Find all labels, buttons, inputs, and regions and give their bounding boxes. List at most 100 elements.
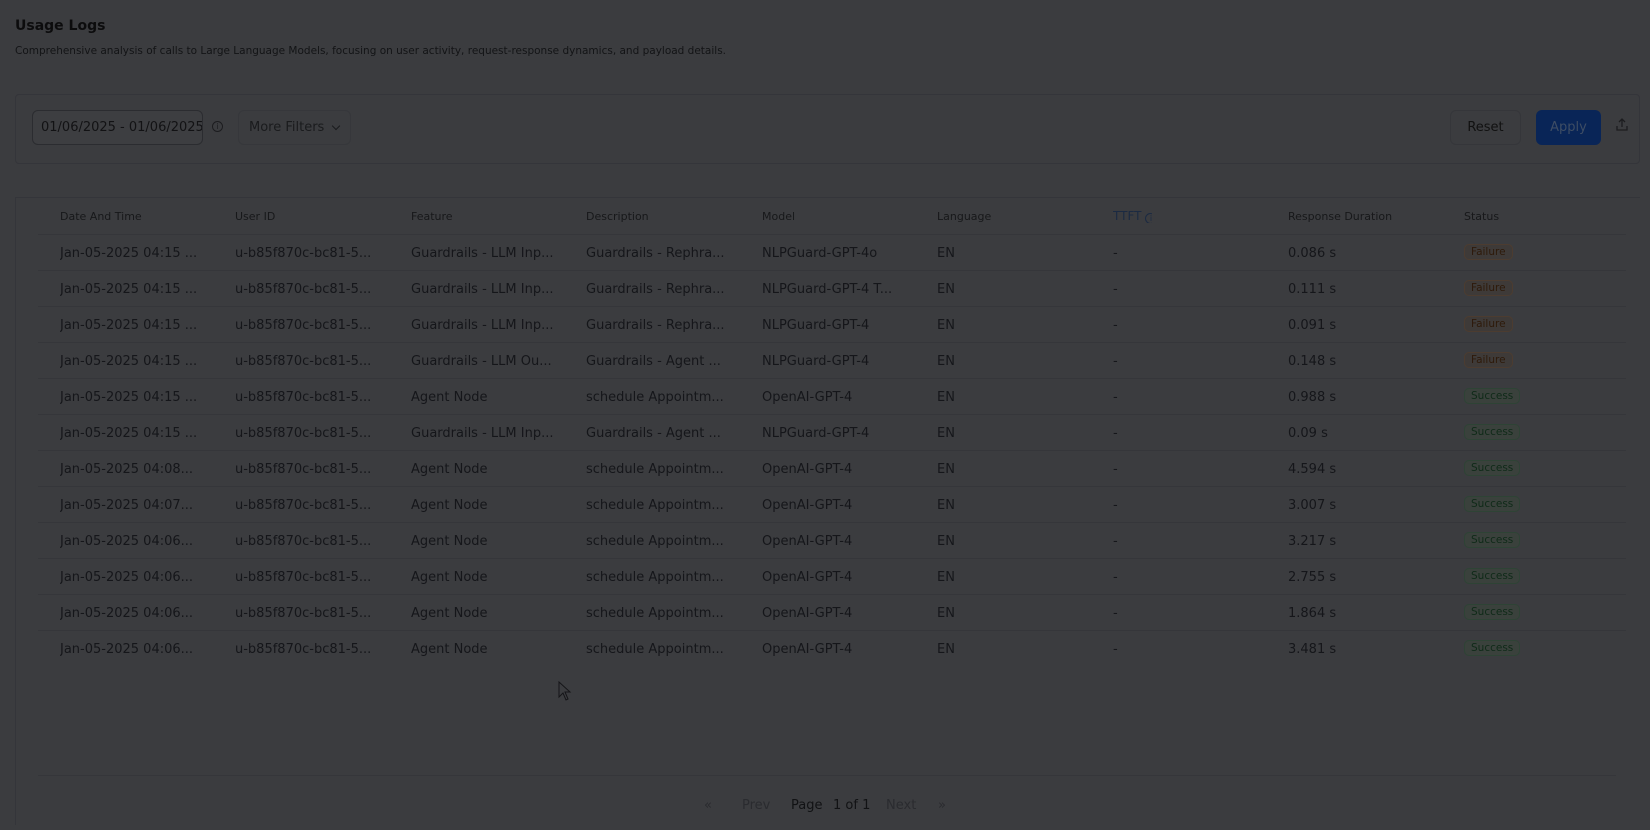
status-badge: Success bbox=[1464, 640, 1521, 656]
date-cell: Jan-05-2025 04:15 ... bbox=[60, 246, 198, 261]
user-id-cell: u-b85f870c-bc81-5... bbox=[235, 426, 372, 441]
response-duration-cell: 3.481 s bbox=[1288, 642, 1337, 657]
table-row[interactable]: Jan-05-2025 04:15 ... u-b85f870c-bc81-5..… bbox=[38, 234, 1626, 270]
column-header-language[interactable]: Language bbox=[937, 210, 991, 223]
feature-cell: Agent Node bbox=[411, 606, 488, 621]
description-cell: schedule Appointm... bbox=[586, 606, 724, 621]
table-row[interactable]: Jan-05-2025 04:06... u-b85f870c-bc81-5...… bbox=[38, 522, 1626, 558]
more-filters-dropdown[interactable]: More Filters bbox=[238, 110, 351, 145]
feature-cell: Guardrails - LLM Inp... bbox=[411, 318, 554, 333]
table-header: Date And Time User ID Feature Descriptio… bbox=[16, 198, 1626, 234]
table-row[interactable]: Jan-05-2025 04:08... u-b85f870c-bc81-5...… bbox=[38, 450, 1626, 486]
language-cell: EN bbox=[937, 642, 955, 657]
user-id-cell: u-b85f870c-bc81-5... bbox=[235, 282, 372, 297]
status-badge: Success bbox=[1464, 460, 1521, 476]
description-cell: Guardrails - Agent ... bbox=[586, 354, 721, 369]
status-badge: Failure bbox=[1464, 244, 1513, 260]
model-cell: OpenAI-GPT-4 bbox=[762, 570, 853, 585]
table-row[interactable]: Jan-05-2025 04:15 ... u-b85f870c-bc81-5..… bbox=[38, 414, 1626, 450]
column-header-ttft[interactable]: TTFT i bbox=[1113, 209, 1153, 223]
user-id-cell: u-b85f870c-bc81-5... bbox=[235, 318, 372, 333]
ttft-cell: - bbox=[1113, 606, 1118, 621]
info-icon[interactable]: i bbox=[1145, 213, 1153, 223]
language-cell: EN bbox=[937, 534, 955, 549]
response-duration-cell: 3.007 s bbox=[1288, 498, 1337, 513]
status-badge: Failure bbox=[1464, 316, 1513, 332]
user-id-cell: u-b85f870c-bc81-5... bbox=[235, 390, 372, 405]
column-header-date[interactable]: Date And Time bbox=[60, 210, 142, 223]
description-cell: Guardrails - Agent ... bbox=[586, 426, 721, 441]
status-badge: Success bbox=[1464, 604, 1521, 620]
status-badge: Success bbox=[1464, 568, 1521, 584]
response-duration-cell: 3.217 s bbox=[1288, 534, 1337, 549]
language-cell: EN bbox=[937, 426, 955, 441]
prev-page-button[interactable]: Prev bbox=[742, 798, 770, 813]
table-row[interactable]: Jan-05-2025 04:15 ... u-b85f870c-bc81-5..… bbox=[38, 378, 1626, 414]
model-cell: OpenAI-GPT-4 bbox=[762, 642, 853, 657]
ttft-cell: - bbox=[1113, 462, 1118, 477]
table-row[interactable]: Jan-05-2025 04:07... u-b85f870c-bc81-5...… bbox=[38, 486, 1626, 522]
response-duration-cell: 0.988 s bbox=[1288, 390, 1337, 405]
date-cell: Jan-05-2025 04:15 ... bbox=[60, 282, 198, 297]
date-range-input[interactable]: 01/06/2025 - 01/06/2025 bbox=[32, 110, 203, 145]
feature-cell: Agent Node bbox=[411, 498, 488, 513]
language-cell: EN bbox=[937, 282, 955, 297]
date-cell: Jan-05-2025 04:08... bbox=[60, 462, 194, 477]
reset-button[interactable]: Reset bbox=[1450, 110, 1521, 145]
ttft-cell: - bbox=[1113, 426, 1118, 441]
response-duration-cell: 0.086 s bbox=[1288, 246, 1337, 261]
language-cell: EN bbox=[937, 498, 955, 513]
page-subtitle: Comprehensive analysis of calls to Large… bbox=[15, 45, 727, 57]
table-row[interactable]: Jan-05-2025 04:15 ... u-b85f870c-bc81-5..… bbox=[38, 342, 1626, 378]
response-duration-cell: 4.594 s bbox=[1288, 462, 1337, 477]
page-label: Page bbox=[791, 798, 823, 813]
table-row[interactable]: Jan-05-2025 04:15 ... u-b85f870c-bc81-5..… bbox=[38, 270, 1626, 306]
response-duration-cell: 2.755 s bbox=[1288, 570, 1337, 585]
table-row[interactable]: Jan-05-2025 04:15 ... u-b85f870c-bc81-5..… bbox=[38, 306, 1626, 342]
apply-button[interactable]: Apply bbox=[1536, 110, 1601, 145]
model-cell: OpenAI-GPT-4 bbox=[762, 462, 853, 477]
export-icon[interactable] bbox=[1615, 117, 1629, 133]
column-header-response-duration[interactable]: Response Duration bbox=[1288, 210, 1392, 223]
ttft-cell: - bbox=[1113, 390, 1118, 405]
ttft-cell: - bbox=[1113, 282, 1118, 297]
ttft-cell: - bbox=[1113, 642, 1118, 657]
usage-logs-table: Date And Time User ID Feature Descriptio… bbox=[15, 197, 1640, 825]
first-page-button[interactable]: « bbox=[704, 798, 712, 813]
chevron-down-icon bbox=[331, 121, 341, 131]
table-row[interactable]: Jan-05-2025 04:06... u-b85f870c-bc81-5...… bbox=[38, 594, 1626, 630]
next-page-button[interactable]: Next bbox=[886, 798, 916, 813]
user-id-cell: u-b85f870c-bc81-5... bbox=[235, 534, 372, 549]
user-id-cell: u-b85f870c-bc81-5... bbox=[235, 354, 372, 369]
feature-cell: Agent Node bbox=[411, 642, 488, 657]
response-duration-cell: 0.091 s bbox=[1288, 318, 1337, 333]
date-cell: Jan-05-2025 04:15 ... bbox=[60, 426, 198, 441]
column-header-user-id[interactable]: User ID bbox=[235, 210, 275, 223]
user-id-cell: u-b85f870c-bc81-5... bbox=[235, 606, 372, 621]
column-header-feature[interactable]: Feature bbox=[411, 210, 453, 223]
last-page-button[interactable]: » bbox=[938, 798, 946, 813]
ttft-label: TTFT bbox=[1113, 209, 1142, 223]
language-cell: EN bbox=[937, 570, 955, 585]
response-duration-cell: 1.864 s bbox=[1288, 606, 1337, 621]
info-icon[interactable]: i bbox=[212, 121, 223, 132]
model-cell: NLPGuard-GPT-4 bbox=[762, 318, 870, 333]
user-id-cell: u-b85f870c-bc81-5... bbox=[235, 462, 372, 477]
model-cell: OpenAI-GPT-4 bbox=[762, 390, 853, 405]
column-header-status[interactable]: Status bbox=[1464, 210, 1499, 223]
user-id-cell: u-b85f870c-bc81-5... bbox=[235, 570, 372, 585]
model-cell: NLPGuard-GPT-4 bbox=[762, 426, 870, 441]
feature-cell: Guardrails - LLM Inp... bbox=[411, 426, 554, 441]
table-row[interactable]: Jan-05-2025 04:06... u-b85f870c-bc81-5...… bbox=[38, 630, 1626, 666]
ttft-cell: - bbox=[1113, 570, 1118, 585]
feature-cell: Guardrails - LLM Inp... bbox=[411, 246, 554, 261]
ttft-cell: - bbox=[1113, 498, 1118, 513]
table-row[interactable]: Jan-05-2025 04:06... u-b85f870c-bc81-5...… bbox=[38, 558, 1626, 594]
status-badge: Success bbox=[1464, 424, 1521, 440]
model-cell: OpenAI-GPT-4 bbox=[762, 606, 853, 621]
more-filters-label: More Filters bbox=[249, 120, 325, 135]
status-badge: Failure bbox=[1464, 352, 1513, 368]
column-header-model[interactable]: Model bbox=[762, 210, 795, 223]
ttft-cell: - bbox=[1113, 534, 1118, 549]
column-header-description[interactable]: Description bbox=[586, 210, 649, 223]
